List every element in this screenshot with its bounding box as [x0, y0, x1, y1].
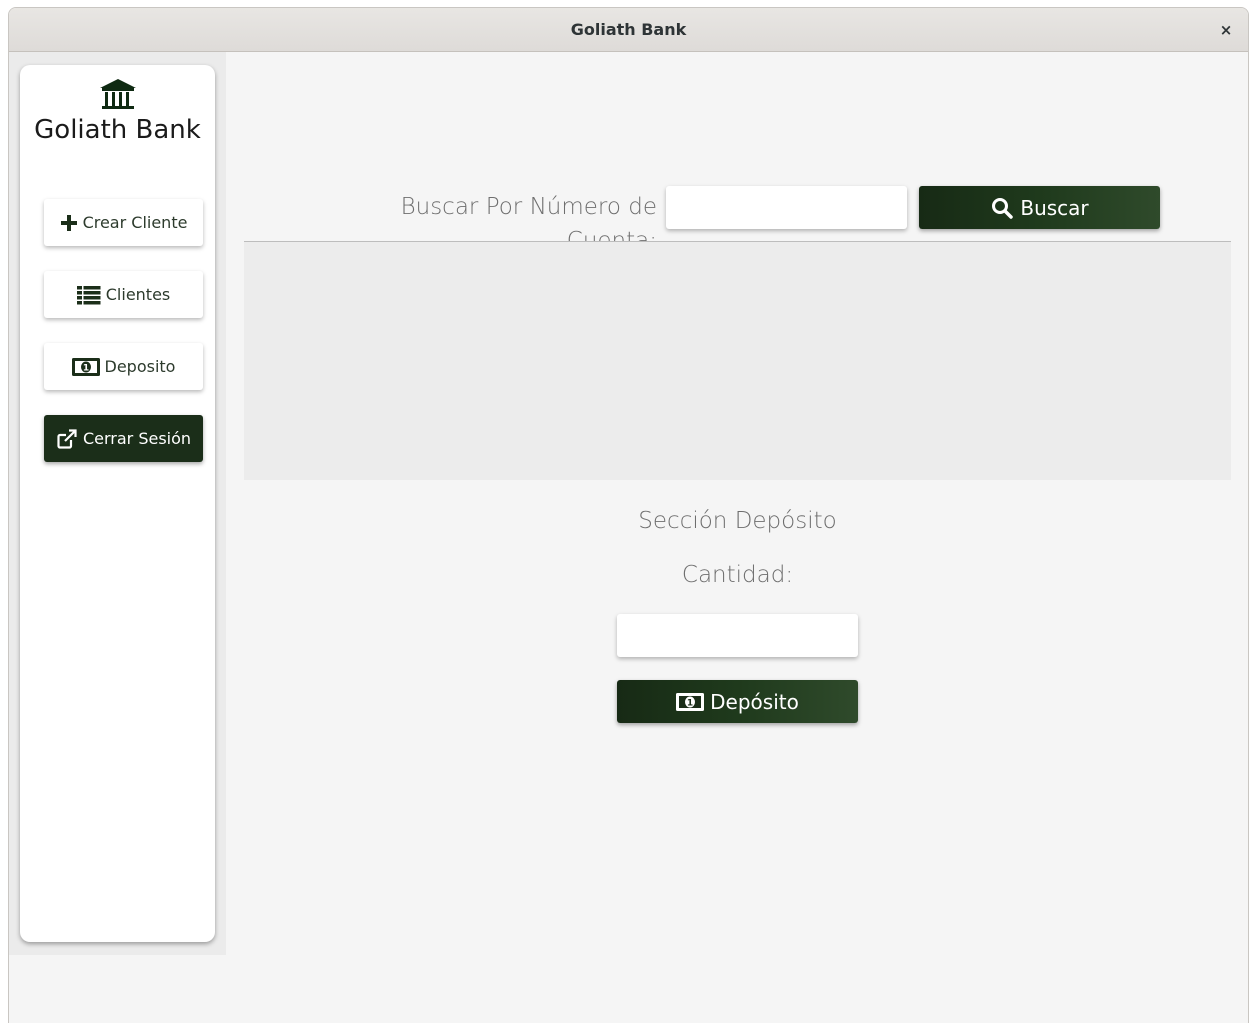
crear-cliente-button[interactable]: Crear Cliente	[44, 199, 203, 246]
bank-icon	[99, 79, 136, 109]
plus-icon	[60, 214, 78, 232]
clientes-button[interactable]: Clientes	[44, 271, 203, 318]
logo: Goliath Bank	[20, 77, 215, 145]
sidebar: Goliath Bank Crear Cliente Clientes 1 De…	[20, 65, 215, 942]
svg-text:1: 1	[687, 698, 693, 708]
deposito-nav-button[interactable]: 1 Deposito	[44, 343, 203, 390]
external-link-icon	[56, 428, 78, 450]
list-icon	[76, 285, 101, 305]
deposito-label: Depósito	[710, 689, 799, 714]
clientes-label: Clientes	[105, 285, 171, 304]
money-bill-icon: 1	[71, 357, 100, 376]
section-title: Sección Depósito	[638, 508, 837, 534]
amount-label: Cantidad:	[681, 562, 794, 588]
brand-name: Goliath Bank	[34, 115, 201, 145]
window-title: Goliath Bank	[570, 20, 687, 39]
crear-cliente-label: Crear Cliente	[82, 213, 188, 232]
search-result-area	[244, 242, 1231, 480]
search-icon	[990, 196, 1014, 220]
money-bill-icon: 1	[676, 692, 705, 711]
buscar-label: Buscar	[1020, 195, 1089, 220]
deposito-button[interactable]: 1 Depósito	[617, 680, 858, 723]
cerrar-sesion-label: Cerrar Sesión	[82, 429, 192, 448]
title-bar[interactable]: Goliath Bank ×	[9, 8, 1248, 52]
svg-text:1: 1	[82, 363, 88, 373]
deposito-nav-label: Deposito	[104, 357, 176, 376]
buscar-button[interactable]: Buscar	[919, 186, 1160, 229]
amount-input[interactable]	[617, 614, 858, 657]
app-window: Goliath Bank × Goliath Bank Crear Client…	[8, 7, 1249, 1023]
account-number-input[interactable]	[666, 186, 907, 229]
close-icon[interactable]: ×	[1216, 20, 1236, 40]
cerrar-sesion-button[interactable]: Cerrar Sesión	[44, 415, 203, 462]
